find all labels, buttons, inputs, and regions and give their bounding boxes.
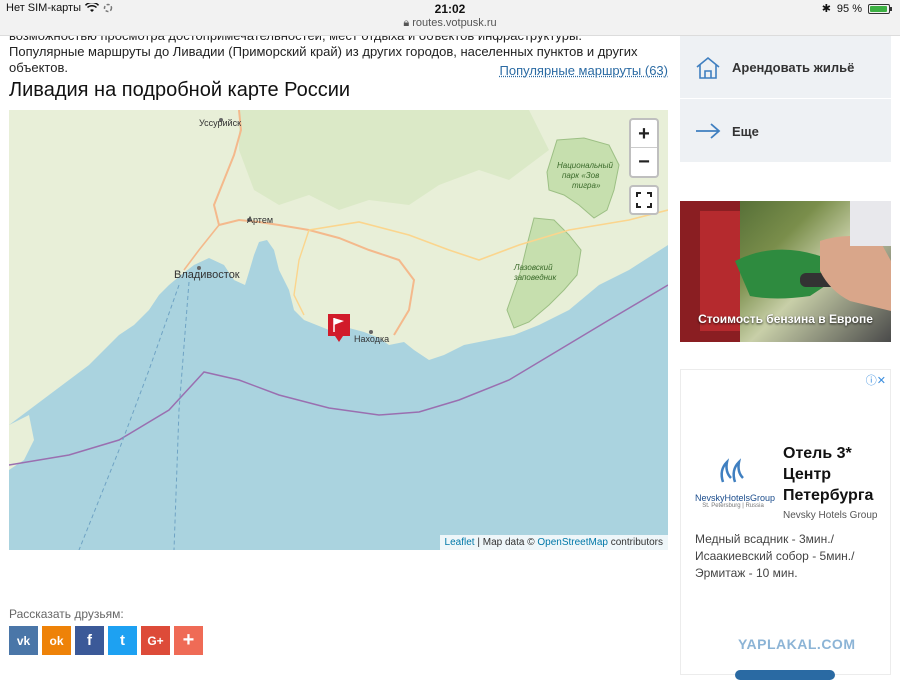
- popular-routes-link[interactable]: Популярные маршруты (63): [500, 63, 669, 78]
- label-nakhodka: Находка: [354, 334, 389, 344]
- sidebar-item-more[interactable]: Еще: [680, 100, 891, 162]
- status-bar: Нет SIM-карты 21:02 🔒︎ routes.votpusk.ru…: [0, 0, 900, 36]
- ad-description: Медный всадник - 3мин./ Исаакиевский соб…: [695, 532, 855, 580]
- google-plus-share-button[interactable]: G+: [141, 626, 170, 655]
- fullscreen-icon: [636, 192, 652, 208]
- ok-share-button[interactable]: ok: [42, 626, 71, 655]
- hotel-logo-brand: NevskyHotelsGroup: [695, 493, 776, 503]
- label-vladivostok: Владивосток: [174, 269, 240, 281]
- fullscreen-button[interactable]: [629, 185, 659, 215]
- share-buttons: vk ok f t G+ +: [9, 626, 203, 655]
- share-label: Рассказать друзьям:: [9, 607, 124, 621]
- map[interactable]: Уссурийск Артем Владивосток Находка Наци…: [9, 110, 668, 550]
- hotel-logo-sub: St. Petersburg | Russia: [702, 503, 764, 509]
- attribution-sep: | Map data ©: [474, 537, 538, 548]
- plus-icon: +: [182, 629, 195, 651]
- map-title: Ливадия на подробной карте России: [9, 79, 351, 101]
- sidebar-item-label: Арендовать жильё: [732, 60, 855, 75]
- location-marker[interactable]: [328, 314, 350, 342]
- banner-caption: Стоимость бензина в Европе: [698, 312, 873, 326]
- vk-share-button[interactable]: vk: [9, 626, 38, 655]
- hotel-logo-mark: [720, 458, 744, 483]
- google-plus-icon: G+: [147, 633, 164, 648]
- map-attribution: Leaflet | Map data © OpenStreetMap contr…: [439, 535, 668, 550]
- address-bar[interactable]: 🔒︎ routes.votpusk.ru: [0, 17, 900, 30]
- fuel-price-banner[interactable]: Стоимость бензина в Европе: [680, 201, 891, 342]
- battery-text: 95 %: [836, 2, 862, 15]
- more-share-button[interactable]: +: [174, 626, 203, 655]
- leaflet-link[interactable]: Leaflet: [445, 537, 475, 548]
- bluetooth-icon: ✱: [821, 3, 831, 15]
- arrow-right-icon: [696, 123, 721, 139]
- twitter-share-button[interactable]: t: [108, 626, 137, 655]
- battery-icon: [868, 3, 892, 14]
- ok-icon: ok: [49, 633, 64, 648]
- zoom-control: + −: [629, 118, 659, 178]
- status-right: ✱ 95 %: [821, 2, 892, 15]
- ad-subtitle: Nevsky Hotels Group: [783, 510, 878, 521]
- sidebar-menu: Арендовать жильё Еще: [680, 36, 891, 162]
- label-artem: Артем: [247, 215, 273, 225]
- facebook-share-button[interactable]: f: [75, 626, 104, 655]
- label-park-3: тигра»: [572, 181, 601, 190]
- label-ussuriysk: Уссурийск: [199, 118, 241, 128]
- twitter-icon: t: [120, 632, 125, 649]
- label-park-2: парк «Зов: [562, 171, 599, 180]
- osm-link[interactable]: OpenStreetMap: [537, 537, 608, 548]
- label-park-1: Национальный: [557, 161, 613, 170]
- zoom-out-button[interactable]: −: [631, 148, 657, 176]
- zoom-in-button[interactable]: +: [631, 120, 657, 148]
- attribution-rest: contributors: [607, 537, 663, 548]
- lock-icon: 🔒︎: [403, 17, 410, 29]
- ad-title[interactable]: Отель 3* Центр Петербурга: [783, 443, 883, 506]
- vk-icon: vk: [16, 633, 31, 648]
- sidebar-item-rent[interactable]: Арендовать жильё: [680, 37, 891, 99]
- ferry-line-2: [173, 281, 190, 550]
- house-icon: [696, 56, 720, 79]
- watermark: YAPLAKAL.COM: [738, 636, 856, 652]
- url-text: routes.votpusk.ru: [412, 17, 497, 29]
- hotel-logo: NevskyHotelsGroup St. Petersburg | Russi…: [695, 458, 776, 509]
- ad-cta-button[interactable]: [735, 670, 835, 680]
- facebook-icon: f: [87, 632, 92, 649]
- sidebar-item-label: Еще: [732, 123, 759, 139]
- clock: 21:02: [434, 2, 466, 16]
- ad-info-close-icon[interactable]: ⓘ✕: [866, 372, 886, 388]
- map-tiles: Уссурийск Артем Владивосток Находка Наци…: [9, 110, 668, 550]
- label-reserve-2: заповедник: [513, 273, 557, 282]
- label-reserve-1: Лазовский: [513, 263, 553, 272]
- hotel-ad[interactable]: ⓘ✕ NevskyHotelsGroup St. Petersburg | Ru…: [680, 369, 891, 680]
